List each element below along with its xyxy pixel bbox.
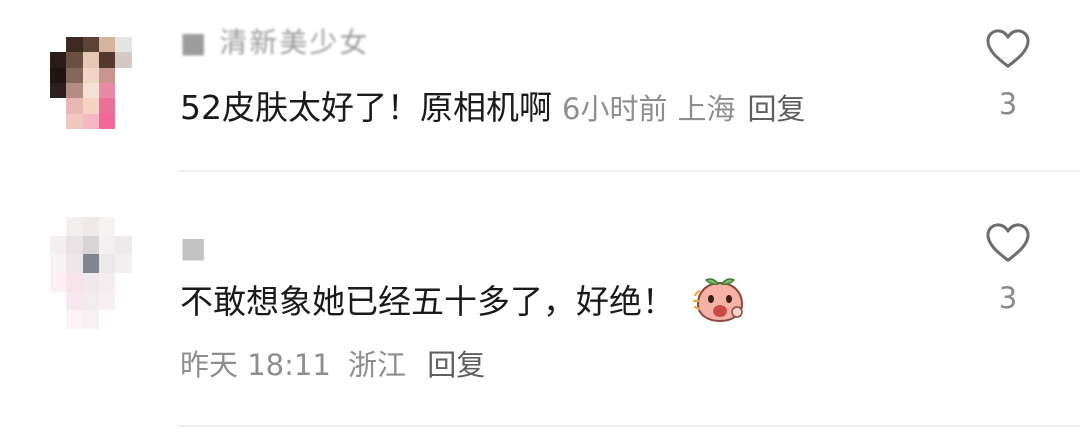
comment-location: 浙江	[348, 348, 407, 382]
comment-item: ■ 不敢想象她已经五十多了，好绝！ 昨天 18:11 浙江 回复 3	[0, 172, 1080, 429]
username[interactable]: ■	[180, 231, 208, 264]
reply-button[interactable]: 回复	[427, 348, 485, 382]
like-button[interactable]: 3	[980, 222, 1036, 314]
like-count: 3	[998, 87, 1018, 121]
heart-outline-icon[interactable]	[985, 222, 1031, 264]
heart-outline-icon[interactable]	[985, 28, 1031, 70]
comment-meta: 昨天 18:11 浙江 回复	[180, 347, 485, 383]
username[interactable]: ■ 清新美少女	[180, 26, 369, 59]
username-text[interactable]: ■ 清新美少女	[180, 21, 369, 61]
reply-button[interactable]: 回复	[747, 92, 805, 126]
comment-location: 上海	[677, 92, 736, 126]
peach-face-emoji	[693, 277, 744, 322]
comment-content: 52皮肤太好了！原相机啊	[180, 88, 552, 127]
comment-time: 6小时前	[562, 92, 668, 126]
comment-time: 昨天 18:11	[180, 348, 331, 382]
username-text[interactable]: ■	[180, 231, 208, 264]
comment-text: 不敢想象她已经五十多了，好绝！	[180, 277, 747, 323]
comment-text: 52皮肤太好了！原相机啊 6小时前 上海 回复	[180, 88, 805, 129]
comment-item: ■ 清新美少女 52皮肤太好了！原相机啊 6小时前 上海 回复 3	[0, 0, 1080, 170]
divider	[178, 425, 1080, 427]
like-button[interactable]: 3	[980, 28, 1036, 120]
comment-content: 不敢想象她已经五十多了，好绝！	[180, 282, 675, 321]
like-count: 3	[998, 281, 1018, 315]
avatar[interactable]	[50, 217, 148, 329]
avatar[interactable]	[50, 37, 148, 129]
